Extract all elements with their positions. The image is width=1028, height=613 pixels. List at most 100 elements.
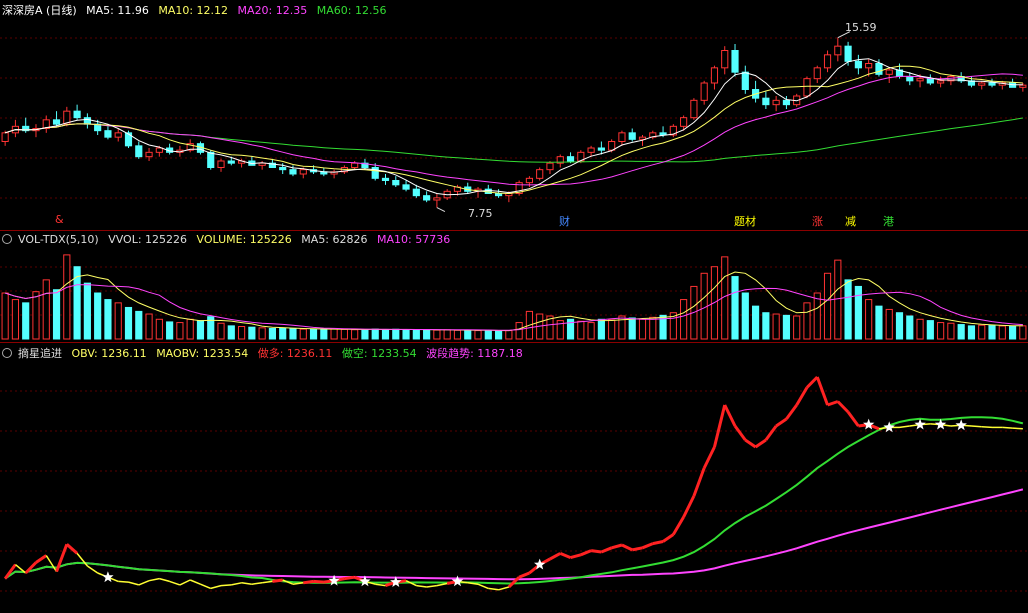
obv-segment xyxy=(303,579,314,585)
volume-bar xyxy=(937,322,945,340)
volume-bar xyxy=(258,327,266,340)
volume-bar xyxy=(94,292,102,340)
volume-bar xyxy=(227,325,235,340)
candle-body xyxy=(566,156,575,162)
volume-bar xyxy=(906,315,914,340)
obv-segment xyxy=(580,549,592,557)
price-panel: 深深房A (日线) MA5: 11.96 MA10: 12.12 MA20: 1… xyxy=(0,0,1028,228)
obv-segment xyxy=(138,580,150,586)
volume-bar xyxy=(217,322,225,340)
volume-panel: VOL-TDX(5,10) VVOL: 125226 VOLUME: 12522… xyxy=(0,230,1028,341)
obv-segment xyxy=(1002,426,1013,429)
volume-bar xyxy=(628,317,636,340)
obv-segment xyxy=(344,575,355,581)
volume-bar xyxy=(813,292,821,340)
obv-segment xyxy=(426,584,438,588)
volume-bar xyxy=(248,326,256,340)
volume-bar xyxy=(793,315,801,340)
volume-bar xyxy=(772,313,780,340)
obv-segment xyxy=(241,582,252,585)
obv-segment xyxy=(827,400,839,407)
candle-body xyxy=(124,132,133,147)
obv-segment xyxy=(189,579,201,585)
volume-bar xyxy=(124,306,133,340)
ma60-line xyxy=(4,117,1023,163)
volume-bar xyxy=(114,302,122,340)
volume-bar xyxy=(947,322,955,340)
obv-segment xyxy=(477,583,489,590)
candle-body xyxy=(423,195,431,201)
obv-segment xyxy=(262,580,273,584)
obv-segment xyxy=(313,579,324,584)
obv-panel: 摘星追进 OBV: 1236.11 MAOBV: 1233.54 做多: 123… xyxy=(0,342,1028,613)
obv-segment xyxy=(682,495,696,518)
volume-bar xyxy=(381,328,390,340)
volume-bar xyxy=(412,329,420,340)
event-marker-1[interactable]: & xyxy=(55,213,64,226)
volume-bar xyxy=(83,282,91,340)
volume-bar xyxy=(587,322,595,340)
candle-body xyxy=(854,60,862,69)
obv-segment xyxy=(846,411,860,427)
ma10-label: MA10: 12.12 xyxy=(158,4,229,17)
event-marker-5[interactable]: 减 xyxy=(845,213,856,229)
price-header: 深深房A (日线) MA5: 11.96 MA10: 12.12 MA20: 1… xyxy=(2,2,392,18)
price-chart xyxy=(0,31,1028,213)
event-marker-3[interactable]: 题材 xyxy=(734,213,756,229)
volume-bar xyxy=(515,322,523,340)
candle-body xyxy=(289,169,297,175)
obv-header: 摘星追进 OBV: 1236.11 MAOBV: 1233.54 做多: 123… xyxy=(2,345,529,361)
volume-label: VOLUME: 125226 xyxy=(196,233,292,246)
candle-body xyxy=(690,99,698,119)
event-marker-2[interactable]: 财 xyxy=(559,213,570,229)
obv-segment xyxy=(662,533,675,543)
candle-body xyxy=(207,151,215,168)
signal-star xyxy=(451,575,464,587)
vol-ma10-label: MA10: 57736 xyxy=(377,233,451,246)
candle-body xyxy=(926,78,934,84)
volume-bar xyxy=(196,320,205,340)
obv-segment xyxy=(1012,427,1023,430)
obv-segment xyxy=(744,438,757,449)
panel-toggle-icon[interactable] xyxy=(2,348,12,358)
candle-body xyxy=(803,78,811,97)
volume-bar xyxy=(289,328,297,340)
volume-bar xyxy=(371,328,379,340)
volume-bar xyxy=(361,329,369,340)
volume-bar xyxy=(268,327,277,340)
obv-chart xyxy=(0,375,1028,592)
candle-body xyxy=(351,162,359,169)
candle-body xyxy=(813,67,821,80)
volume-bar xyxy=(52,289,61,340)
obv-segment xyxy=(764,425,778,441)
vvol-label: VVOL: 125226 xyxy=(108,233,188,246)
obv-segment xyxy=(652,540,664,546)
candle-body xyxy=(73,110,81,119)
candle-body xyxy=(217,160,225,168)
obv-segment xyxy=(65,543,79,555)
obv-label: OBV: 1236.11 xyxy=(71,347,147,360)
candle-body xyxy=(875,63,883,75)
obv-segment xyxy=(775,417,788,428)
volume-bar xyxy=(505,330,513,340)
event-marker-4[interactable]: 涨 xyxy=(812,213,823,229)
long-label: 做多: 1236.11 xyxy=(257,347,333,360)
event-marker-6[interactable]: 港 xyxy=(883,213,894,229)
obv-segment xyxy=(899,425,910,429)
obv-segment xyxy=(754,438,767,449)
candle-body xyxy=(680,117,688,127)
obv-segment xyxy=(179,579,191,586)
volume-bar xyxy=(402,329,410,340)
volume-bar xyxy=(484,329,492,340)
obv-segment xyxy=(148,577,160,582)
candle-body xyxy=(83,117,91,125)
vol-ma5-label: MA5: 62826 xyxy=(301,233,368,246)
panel-toggle-icon[interactable] xyxy=(2,234,12,244)
maobv-label: MAOBV: 1233.54 xyxy=(156,347,249,360)
candle-body xyxy=(762,97,770,106)
signal-star xyxy=(955,419,967,431)
ma20-line xyxy=(4,73,1023,186)
obv-segment xyxy=(971,425,982,428)
obv-segment xyxy=(86,565,99,574)
obv-segment xyxy=(272,578,283,583)
